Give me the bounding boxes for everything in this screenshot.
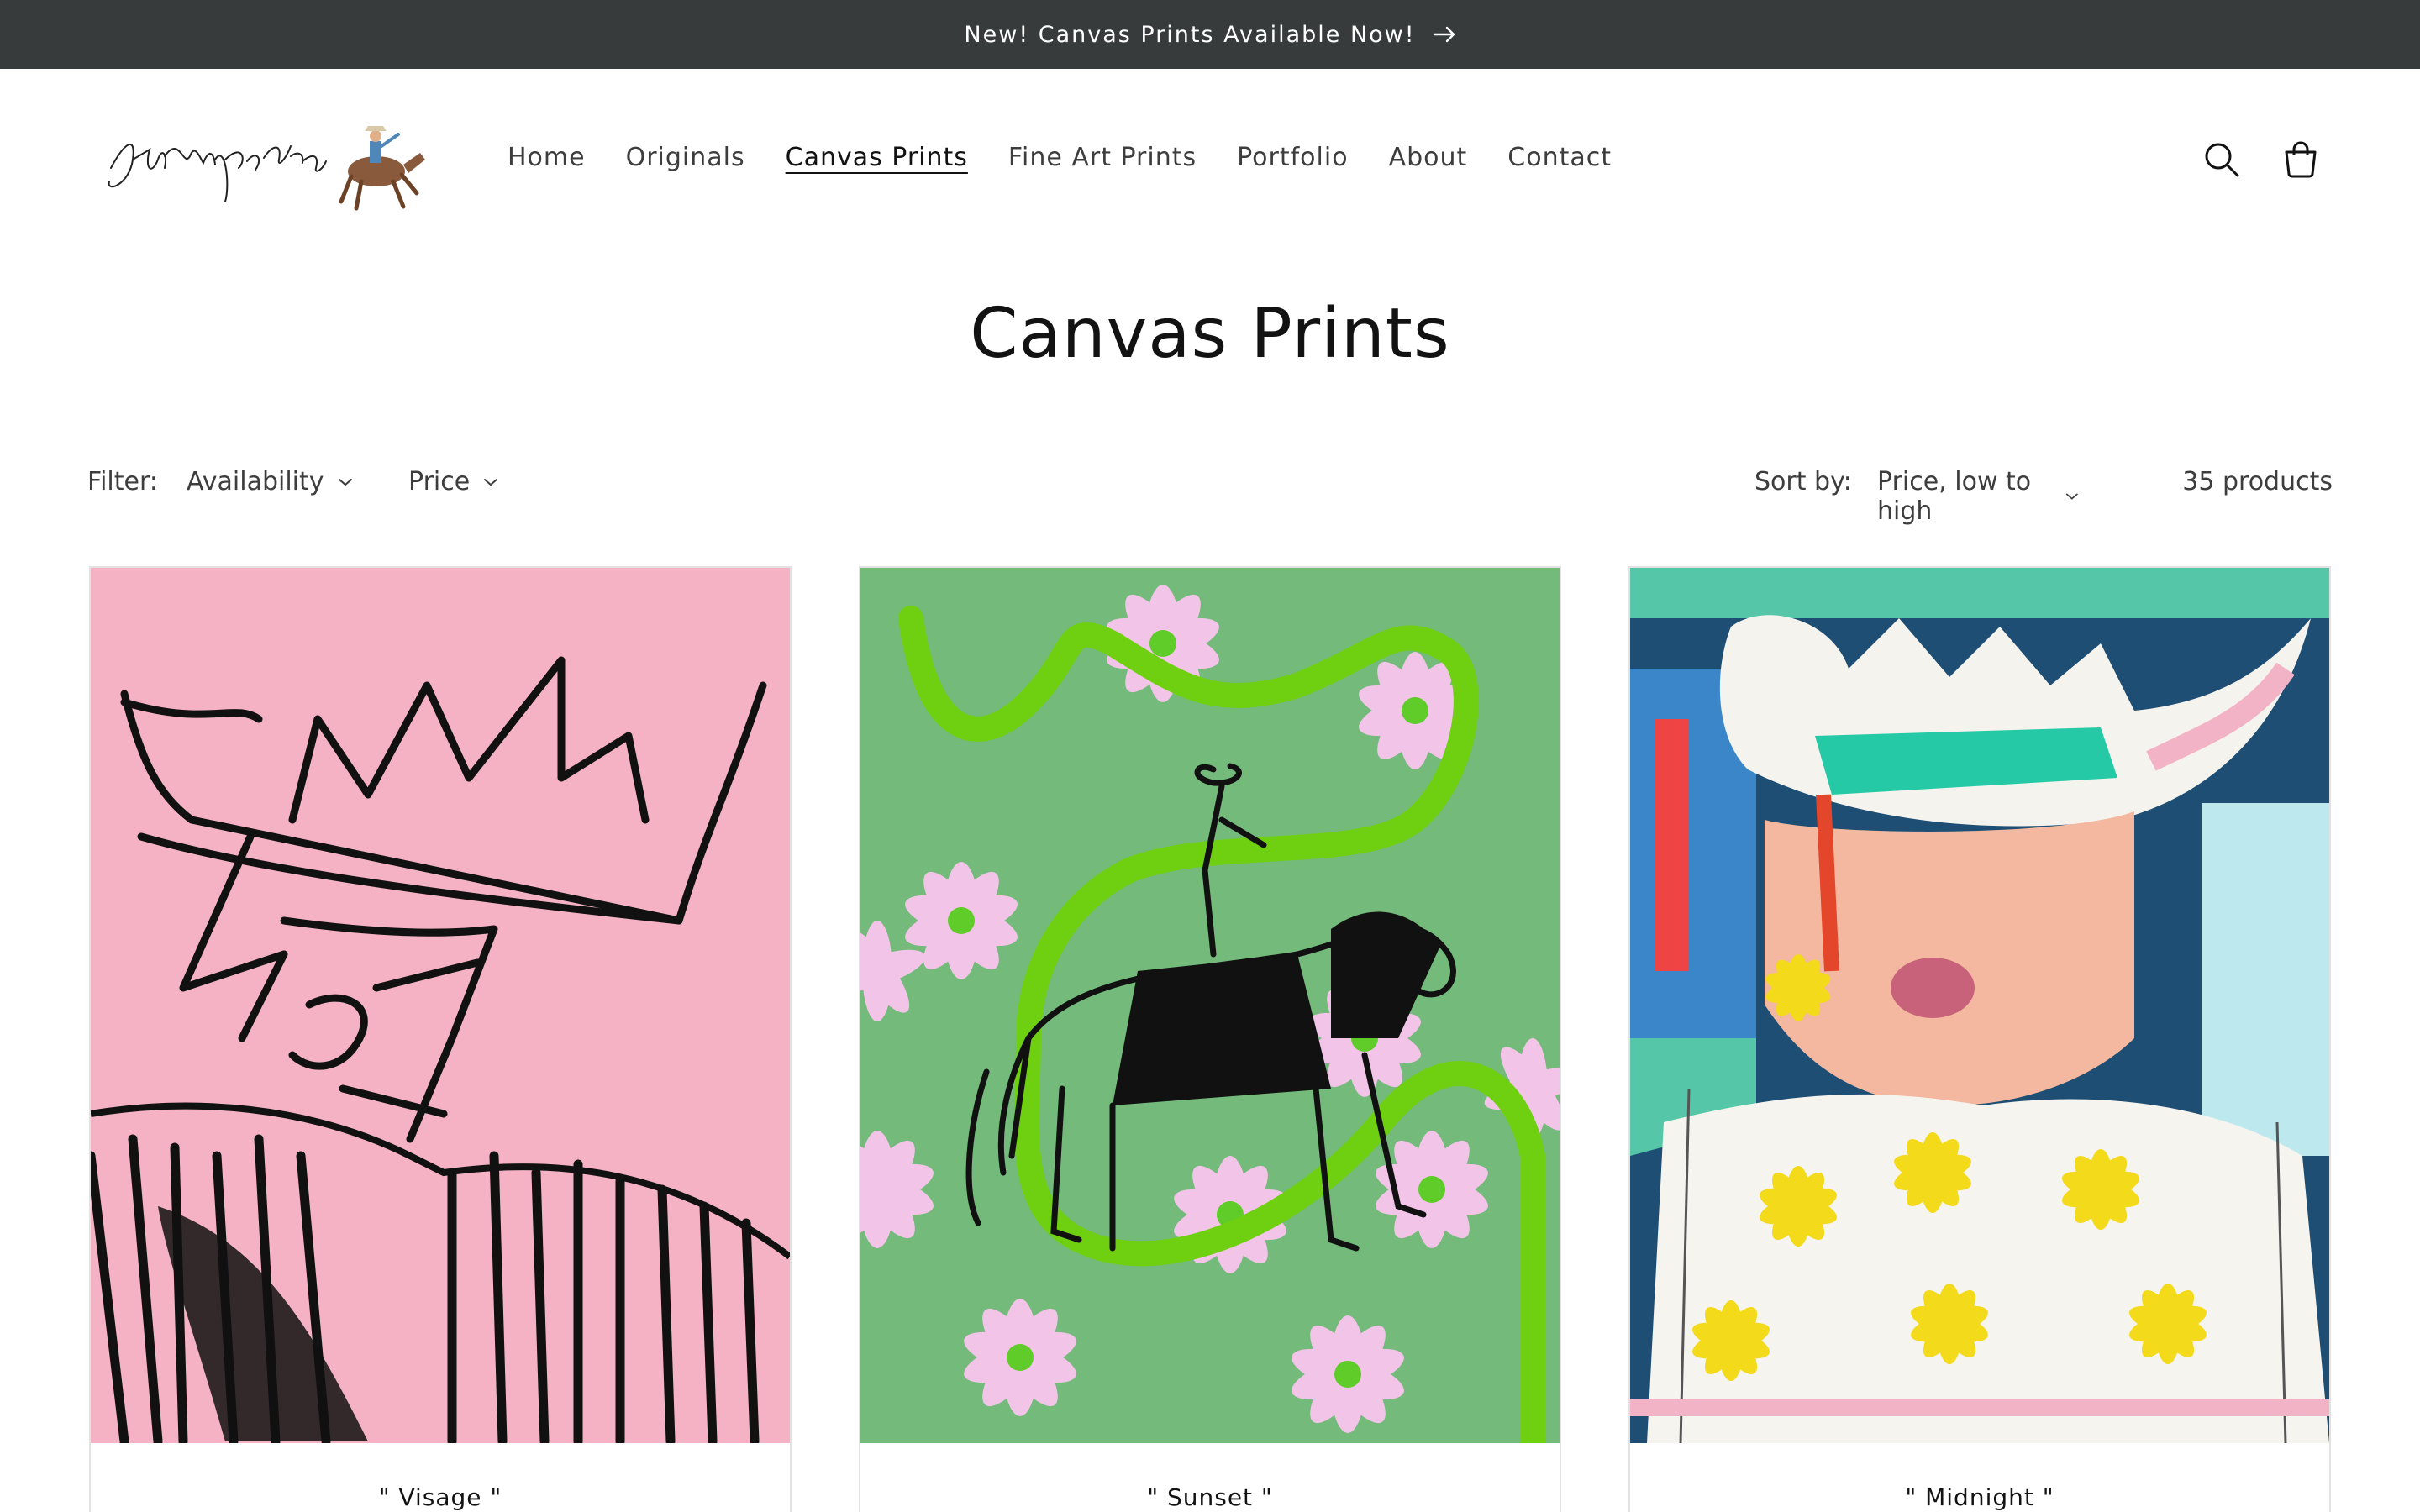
nav-about[interactable]: About	[1389, 143, 1468, 172]
filter-label: Filter:	[87, 467, 158, 496]
availability-label: Availability	[187, 467, 324, 496]
page-title: Canvas Prints	[970, 294, 1450, 374]
site-header: Home Originals Canvas Prints Fine Art Pr…	[0, 69, 2420, 254]
cart-icon[interactable]	[2275, 134, 2326, 185]
product-card[interactable]: " Sunset "	[859, 566, 1561, 1512]
nav-originals[interactable]: Originals	[626, 143, 745, 172]
availability-filter[interactable]: Availability	[187, 467, 353, 496]
main-nav: Home Originals Canvas Prints Fine Art Pr…	[487, 143, 1632, 172]
product-title: " Midnight "	[1905, 1483, 2054, 1511]
sort-label: Sort by:	[1754, 467, 1852, 496]
sort-select[interactable]: Price, low to high	[1877, 467, 2079, 526]
product-image	[91, 568, 790, 1443]
price-filter[interactable]: Price	[408, 467, 498, 496]
nav-contact[interactable]: Contact	[1507, 143, 1612, 172]
product-image	[860, 568, 1560, 1443]
chevron-down-icon	[338, 478, 352, 486]
nav-canvas-prints[interactable]: Canvas Prints	[786, 143, 968, 172]
sort-value: Price, low to high	[1877, 467, 2032, 526]
product-count: 35 products	[2182, 467, 2333, 496]
filter-bar: Filter: Availability Price Sort by: Pric…	[87, 464, 2333, 526]
site-logo[interactable]	[99, 109, 435, 218]
product-title: " Visage "	[378, 1483, 502, 1511]
announcement-bar[interactable]: New! Canvas Prints Available Now!	[0, 0, 2420, 69]
price-label: Price	[408, 467, 471, 496]
product-card[interactable]: " Midnight "	[1628, 566, 2331, 1512]
nav-home[interactable]: Home	[508, 143, 586, 172]
chevron-down-icon	[484, 478, 498, 486]
product-card[interactable]: " Visage "	[89, 566, 792, 1512]
nav-fine-art-prints[interactable]: Fine Art Prints	[1008, 143, 1197, 172]
arrow-right-icon	[1433, 26, 1456, 43]
search-icon[interactable]	[2196, 134, 2247, 185]
chevron-down-icon	[2066, 493, 2079, 500]
product-image	[1630, 568, 2329, 1443]
announcement-text: New! Canvas Prints Available Now!	[964, 21, 1416, 48]
nav-portfolio[interactable]: Portfolio	[1237, 143, 1348, 172]
product-title: " Sunset "	[1147, 1483, 1273, 1511]
